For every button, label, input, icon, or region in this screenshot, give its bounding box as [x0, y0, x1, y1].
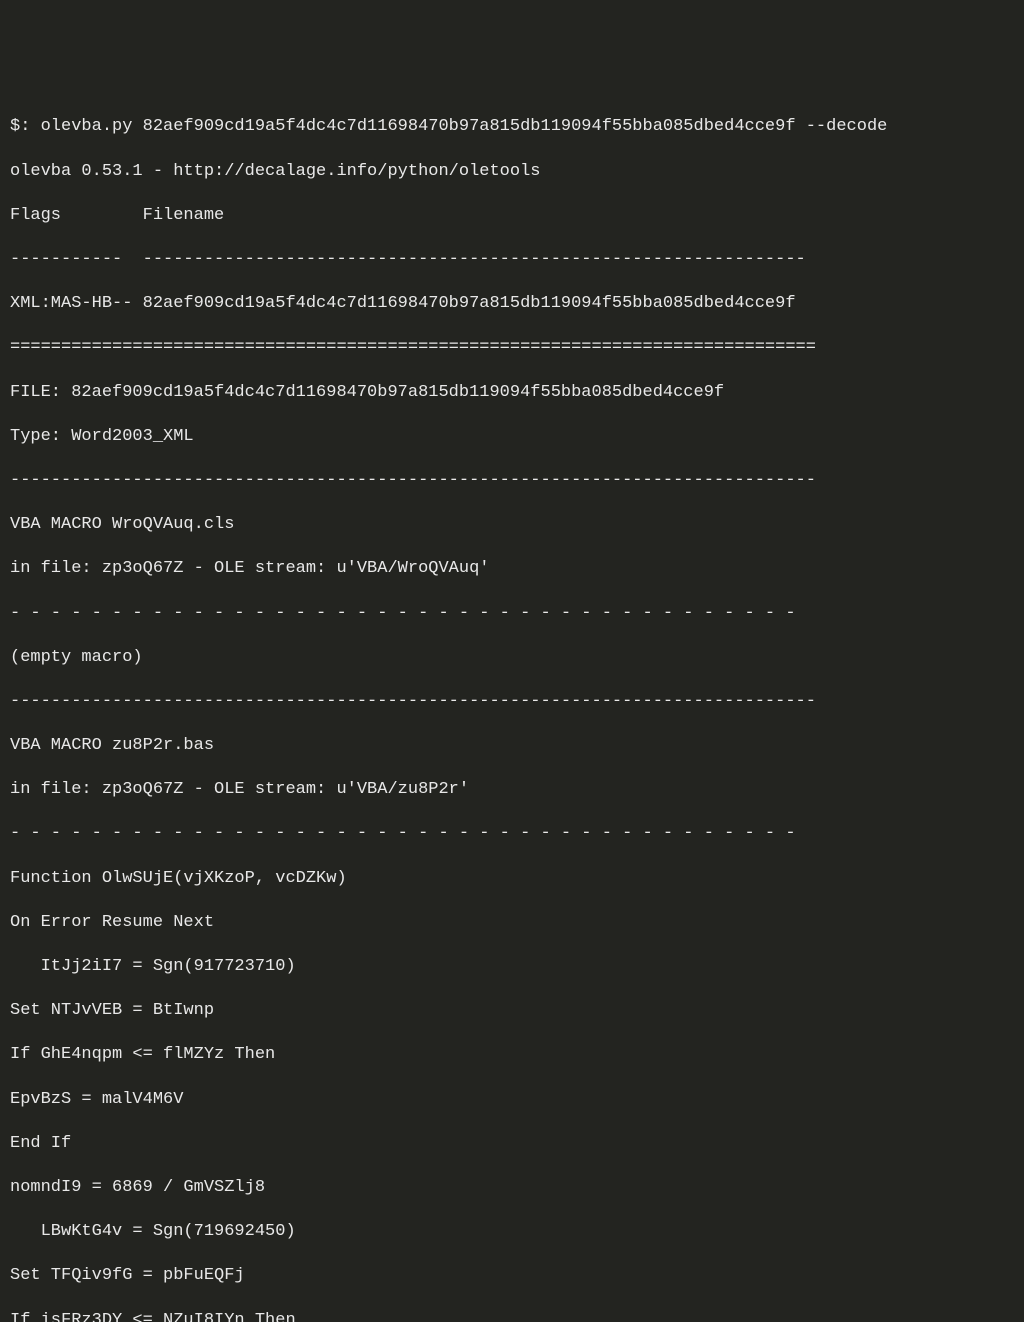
terminal-line: ----------------------------------------… — [10, 470, 1014, 492]
terminal-line: XML:MAS-HB-- 82aef909cd19a5f4dc4c7d11698… — [10, 293, 1014, 315]
terminal-line: On Error Resume Next — [10, 912, 1014, 934]
terminal-line: Flags Filename — [10, 205, 1014, 227]
terminal-line: VBA MACRO zu8P2r.bas — [10, 735, 1014, 757]
terminal-line: olevba 0.53.1 - http://decalage.info/pyt… — [10, 161, 1014, 183]
terminal-line: Type: Word2003_XML — [10, 426, 1014, 448]
terminal-line: If GhE4nqpm <= flMZYz Then — [10, 1044, 1014, 1066]
terminal-line: ----------- ----------------------------… — [10, 249, 1014, 271]
terminal-line: Set NTJvVEB = BtIwnp — [10, 1000, 1014, 1022]
terminal-line: VBA MACRO WroQVAuq.cls — [10, 514, 1014, 536]
terminal-line: ItJj2iI7 = Sgn(917723710) — [10, 956, 1014, 978]
terminal-line: ----------------------------------------… — [10, 691, 1014, 713]
terminal-line: in file: zp3oQ67Z - OLE stream: u'VBA/Wr… — [10, 558, 1014, 580]
terminal-line: - - - - - - - - - - - - - - - - - - - - … — [10, 823, 1014, 845]
terminal-line: $: olevba.py 82aef909cd19a5f4dc4c7d11698… — [10, 116, 1014, 138]
terminal-line: LBwKtG4v = Sgn(719692450) — [10, 1221, 1014, 1243]
terminal-line: (empty macro) — [10, 647, 1014, 669]
terminal-line: in file: zp3oQ67Z - OLE stream: u'VBA/zu… — [10, 779, 1014, 801]
terminal-output[interactable]: $: olevba.py 82aef909cd19a5f4dc4c7d11698… — [10, 94, 1014, 1322]
terminal-line: ========================================… — [10, 337, 1014, 359]
terminal-line: FILE: 82aef909cd19a5f4dc4c7d11698470b97a… — [10, 382, 1014, 404]
terminal-line: Function OlwSUjE(vjXKzoP, vcDZKw) — [10, 868, 1014, 890]
terminal-line: Set TFQiv9fG = pbFuEQFj — [10, 1265, 1014, 1287]
terminal-line: EpvBzS = malV4M6V — [10, 1089, 1014, 1111]
terminal-line: nomndI9 = 6869 / GmVSZlj8 — [10, 1177, 1014, 1199]
terminal-line: If isFRz3DY <= NZuI8IYn Then — [10, 1310, 1014, 1322]
terminal-line: - - - - - - - - - - - - - - - - - - - - … — [10, 603, 1014, 625]
terminal-line: End If — [10, 1133, 1014, 1155]
